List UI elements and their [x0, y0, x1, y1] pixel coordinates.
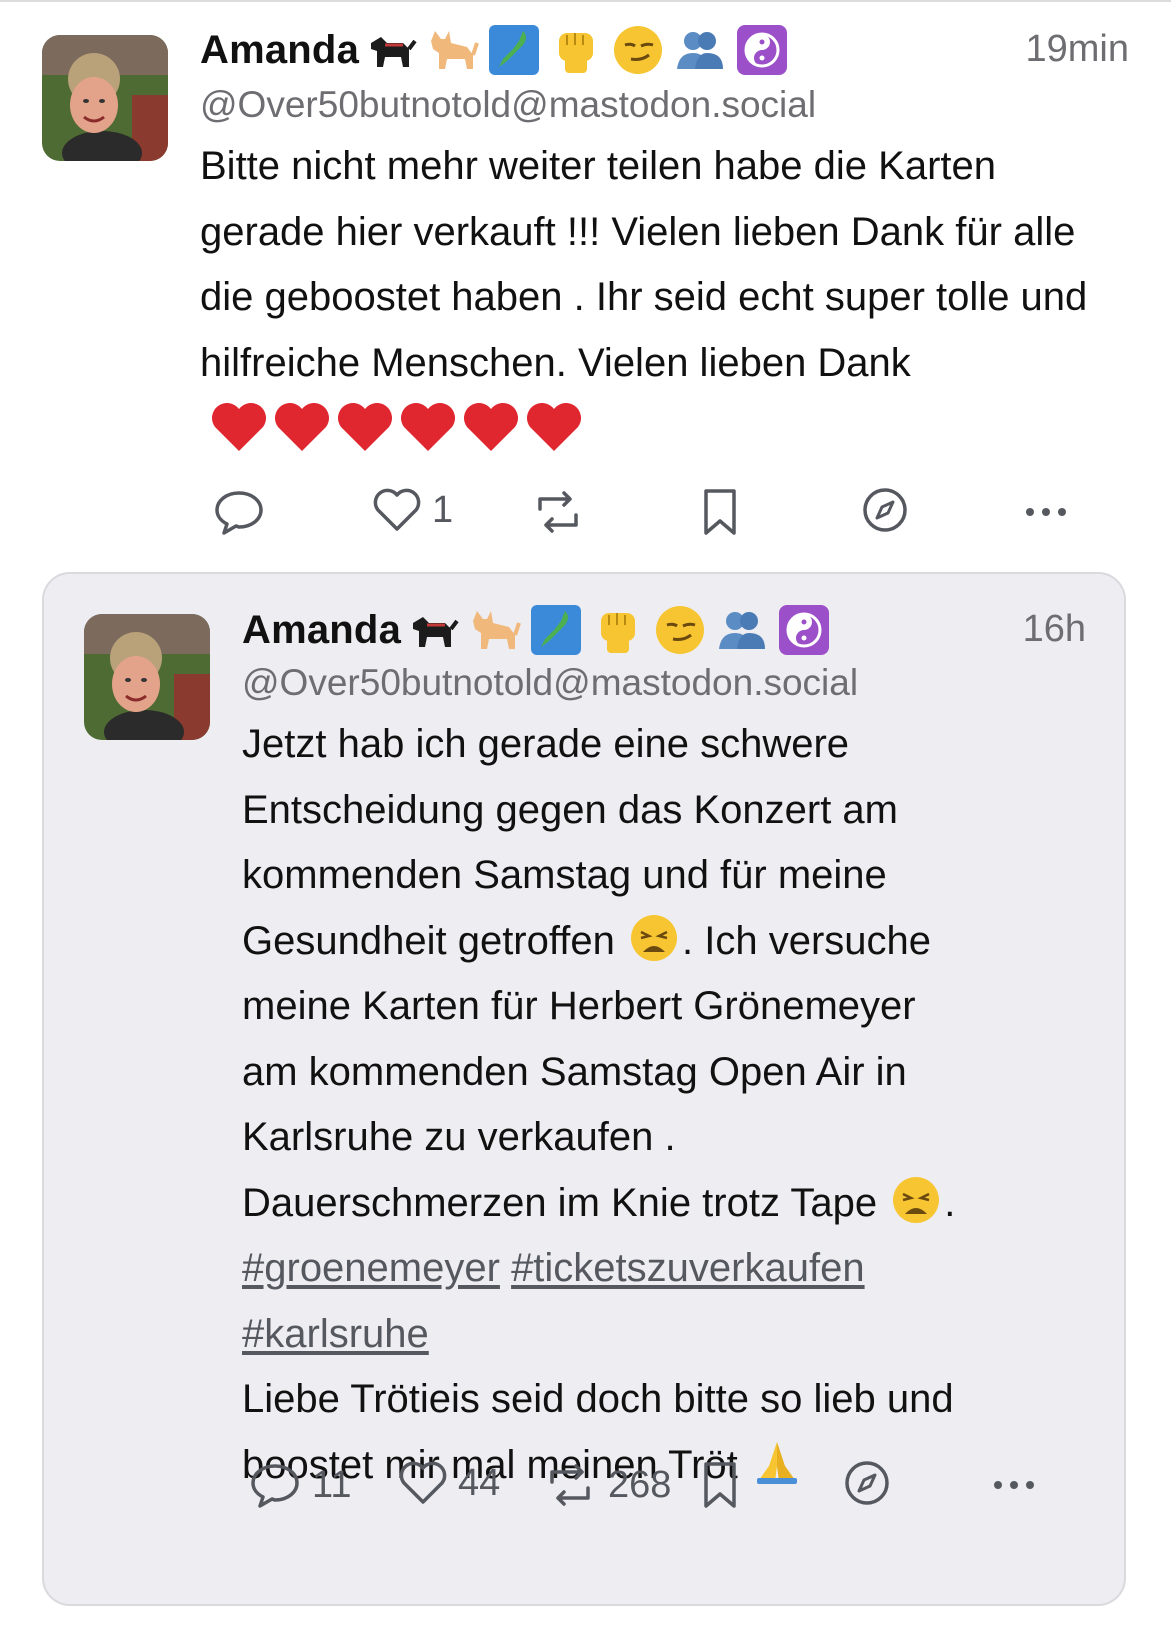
- heart-emoji: [401, 403, 455, 451]
- author-row: Amanda: [200, 22, 797, 78]
- heart-emoji: [464, 403, 518, 451]
- hashtag-link[interactable]: #groenemeyer: [242, 1246, 500, 1290]
- author-handle[interactable]: @Over50butnotold@mastodon.social: [200, 84, 816, 126]
- favourite-button[interactable]: 1: [372, 485, 453, 535]
- text-line: am kommenden Samstag Open Air in: [242, 1049, 907, 1094]
- smirk-emoji: [614, 26, 663, 74]
- text-line: Dauerschmerzen im Knie trotz Tape .: [242, 1171, 1102, 1237]
- author-name[interactable]: Amanda: [200, 28, 359, 73]
- reply-button[interactable]: [212, 485, 276, 539]
- weary-face-emoji: [893, 1176, 940, 1223]
- weary-face-emoji: [631, 914, 677, 961]
- more-icon: [1026, 508, 1066, 516]
- name-emojis: [363, 23, 797, 77]
- text-line: meine Karten für Herbert Grönemeyer: [242, 984, 916, 1028]
- quoted-author-handle[interactable]: @Over50butnotold@mastodon.social: [242, 662, 858, 704]
- quoted-bookmark-button[interactable]: [700, 1458, 740, 1512]
- boost-icon: [550, 1464, 590, 1506]
- quoted-post-actions: 11 44 268: [242, 1458, 1082, 1512]
- hashtag-line: #karlsruhe: [242, 1302, 1102, 1368]
- text-line: Jetzt hab ich gerade eine schwere: [242, 722, 850, 766]
- text-line: Liebe Trötieis seid doch bitte so lieb u…: [242, 1377, 954, 1421]
- boost-button[interactable]: [530, 485, 596, 539]
- japan-map-emoji: [489, 25, 540, 75]
- smirk-emoji: [656, 606, 705, 654]
- quoted-post-content: Jetzt hab ich gerade eine schwere Entsch…: [242, 712, 1102, 1498]
- dog-emoji: [371, 37, 417, 67]
- yin-yang-emoji: [779, 605, 830, 655]
- reply-count: 11: [312, 1463, 352, 1506]
- heart-emoji: [338, 403, 392, 451]
- cat-emoji: [431, 31, 479, 69]
- favourite-count: 1: [432, 488, 454, 531]
- cat-emoji: [473, 611, 521, 649]
- favourite-count: 44: [458, 1461, 501, 1504]
- text-line: kommenden Samstag und für meine: [242, 853, 887, 897]
- heart-emoji: [212, 403, 266, 451]
- quoted-avatar[interactable]: [84, 614, 210, 740]
- avatar[interactable]: [42, 35, 168, 161]
- post-actions: 1: [200, 485, 1130, 539]
- bookmark-icon: [704, 489, 736, 535]
- bookmark-icon: [704, 1462, 736, 1508]
- two-people-emoji: [677, 32, 724, 69]
- hashtag-link[interactable]: #karlsruhe: [242, 1312, 429, 1356]
- japan-map-emoji: [531, 605, 582, 655]
- post-time[interactable]: 19min: [1026, 28, 1130, 71]
- heart-icon: [373, 488, 421, 531]
- quoted-post-card[interactable]: Amanda 16h @Over50butnotold@mastodon.soc…: [42, 572, 1126, 1606]
- reply-icon: [251, 1464, 299, 1508]
- text-line: Entscheidung gegen das Konzert am: [242, 787, 898, 832]
- hearts-emoji-group: [210, 399, 588, 453]
- more-icon: [994, 1481, 1034, 1489]
- quoted-name-emojis: [405, 603, 839, 657]
- raised-fist-emoji: [601, 613, 636, 653]
- post-text: Bitte nicht mehr weiter teilen habe die …: [200, 144, 1088, 385]
- text-line: Gesundheit getroffen . Ich versuche: [242, 909, 1102, 975]
- text-line: Karlsruhe zu verkaufen .: [242, 1115, 676, 1159]
- quoted-author-row: Amanda: [242, 602, 839, 658]
- hashtag-line: #groenemeyer #ticketszuverkaufen: [242, 1236, 1102, 1302]
- quoted-boost-button[interactable]: 268: [542, 1458, 671, 1512]
- dog-emoji: [413, 617, 459, 647]
- bookmark-button[interactable]: [700, 485, 740, 539]
- two-people-emoji: [719, 612, 766, 649]
- quoted-author-name[interactable]: Amanda: [242, 608, 401, 653]
- more-button[interactable]: [1022, 485, 1070, 539]
- hashtag-link[interactable]: #ticketszuverkaufen: [511, 1246, 865, 1290]
- raised-fist-emoji: [559, 33, 594, 73]
- boost-icon: [538, 491, 578, 533]
- boost-count: 268: [608, 1463, 672, 1506]
- yin-yang-emoji: [737, 25, 788, 75]
- reply-icon: [215, 491, 263, 535]
- compass-icon: [863, 488, 907, 532]
- quoted-favourite-button[interactable]: 44: [398, 1458, 500, 1508]
- quoted-more-button[interactable]: [990, 1458, 1038, 1512]
- heart-emoji: [527, 403, 581, 451]
- top-divider: [0, 0, 1171, 2]
- compass-icon: [845, 1461, 889, 1505]
- heart-icon: [399, 1461, 447, 1504]
- post-content: Bitte nicht mehr weiter teilen habe die …: [200, 134, 1130, 462]
- quoted-open-in-browser-button[interactable]: [842, 1458, 892, 1508]
- heart-emoji: [275, 403, 329, 451]
- open-in-browser-button[interactable]: [860, 485, 910, 535]
- quoted-reply-button[interactable]: 11: [248, 1458, 351, 1512]
- quoted-post-time[interactable]: 16h: [1023, 608, 1086, 651]
